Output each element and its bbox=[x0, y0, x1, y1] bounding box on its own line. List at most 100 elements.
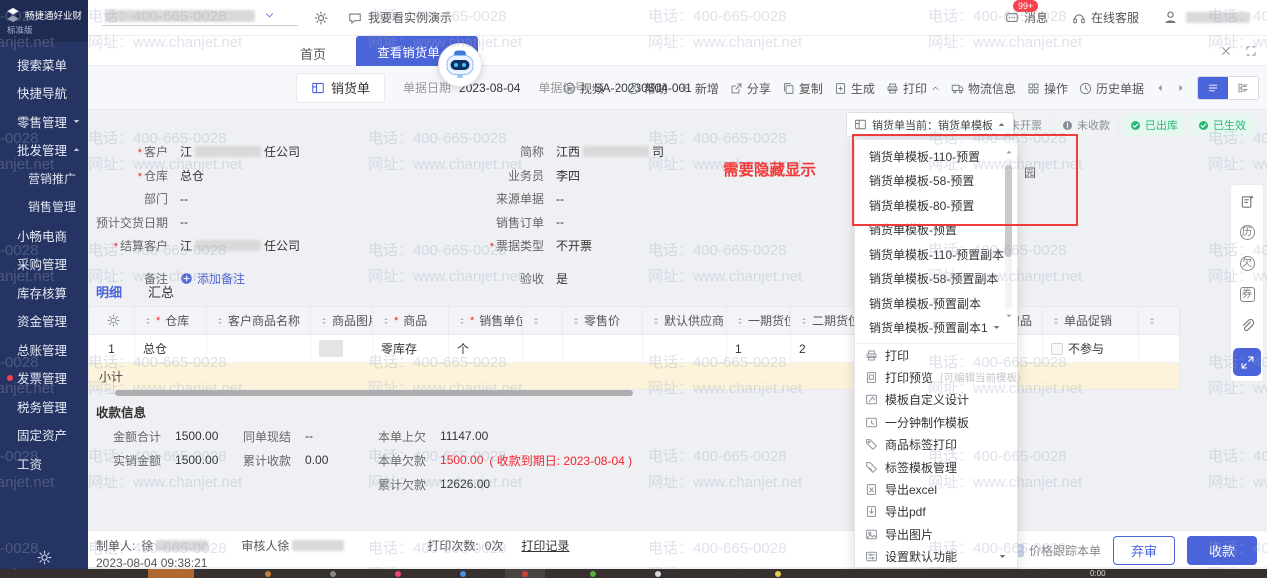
column-header[interactable]: * 仓库 bbox=[135, 307, 207, 334]
taskbar-app[interactable] bbox=[395, 570, 401, 577]
card-view-button[interactable] bbox=[1228, 77, 1258, 99]
tab-detail[interactable]: 明细 bbox=[96, 282, 123, 308]
doc-type-tab[interactable]: 销货单 bbox=[296, 72, 386, 103]
add-button[interactable]: 新增 bbox=[679, 80, 719, 97]
sidebar-item[interactable]: 搜索菜单 bbox=[0, 50, 88, 79]
sidebar-item[interactable]: 快捷导航 bbox=[0, 79, 88, 108]
sidebar-item[interactable]: 总账管理 bbox=[0, 335, 88, 364]
taskbar-app[interactable] bbox=[330, 570, 336, 577]
column-header[interactable]: * bbox=[1139, 307, 1181, 334]
expand-window-icon[interactable] bbox=[1245, 45, 1257, 57]
taskbar-app[interactable] bbox=[460, 570, 466, 577]
column-header[interactable]: * 一期货位 bbox=[727, 307, 791, 334]
os-taskbar[interactable]: 0:00 bbox=[0, 569, 1267, 578]
close-all-tabs-icon[interactable] bbox=[1220, 45, 1232, 57]
sort-icon[interactable] bbox=[651, 316, 661, 326]
video-button[interactable]: 视频 bbox=[563, 80, 604, 97]
column-settings-icon[interactable] bbox=[106, 314, 120, 327]
tab-summary[interactable]: 汇总 bbox=[148, 282, 174, 308]
sort-icon[interactable] bbox=[799, 316, 809, 326]
column-header[interactable]: * bbox=[89, 307, 135, 334]
copy-button[interactable]: 复制 bbox=[782, 80, 823, 97]
sort-icon[interactable] bbox=[215, 316, 225, 326]
column-header[interactable]: * 默认供应商 bbox=[643, 307, 727, 334]
column-header[interactable]: * 客户商品名称 bbox=[207, 307, 311, 334]
help-button[interactable]: 帮助 bbox=[627, 80, 668, 97]
column-header[interactable]: * bbox=[523, 307, 563, 334]
sort-icon[interactable] bbox=[457, 316, 467, 326]
sort-icon[interactable] bbox=[1051, 316, 1061, 326]
share-button[interactable]: 分享 bbox=[730, 80, 771, 97]
sidebar-item[interactable]: 销售管理 bbox=[0, 193, 88, 222]
abandon-audit-button[interactable]: 弃审 bbox=[1113, 536, 1175, 565]
print-template-select[interactable]: 销货单当前：销货单模板... bbox=[846, 112, 1014, 137]
sort-icon[interactable] bbox=[531, 316, 541, 326]
tab-home[interactable]: 首页 bbox=[300, 44, 326, 63]
print-log-link[interactable]: 打印记录 bbox=[521, 537, 569, 554]
sidebar-item[interactable]: 资金管理 bbox=[0, 307, 88, 336]
generate-button[interactable]: 生成 bbox=[834, 80, 875, 97]
taskbar-app[interactable] bbox=[775, 570, 781, 577]
template-option[interactable]: 销货单模板-80-预置 bbox=[855, 193, 1017, 218]
sidebar-item[interactable]: 税务管理 bbox=[0, 392, 88, 421]
column-header[interactable]: * 二期货位 bbox=[791, 307, 857, 334]
sidebar-item[interactable]: 小畅电商 bbox=[0, 221, 88, 250]
sidebar-item[interactable]: 零售管理 bbox=[0, 107, 88, 136]
list-view-button[interactable] bbox=[1198, 77, 1228, 99]
receive-payment-button[interactable]: 收款 bbox=[1187, 536, 1257, 565]
prev-doc-button[interactable] bbox=[1155, 83, 1165, 93]
user-menu[interactable] bbox=[1163, 10, 1253, 25]
sort-icon[interactable] bbox=[319, 316, 329, 326]
dropdown-scrollbar[interactable] bbox=[1004, 148, 1013, 320]
sidebar-item[interactable]: 固定资产 bbox=[0, 421, 88, 450]
horizontal-scrollbar[interactable] bbox=[115, 390, 633, 396]
taskbar-app[interactable] bbox=[655, 570, 661, 577]
next-doc-button[interactable] bbox=[1176, 83, 1186, 93]
taskbar-app[interactable] bbox=[148, 569, 194, 578]
template-option[interactable]: 销货单模板-110-预置 bbox=[855, 144, 1017, 169]
sort-icon[interactable] bbox=[735, 316, 745, 326]
sort-icon[interactable] bbox=[381, 316, 391, 326]
column-header[interactable]: * 销售单位 bbox=[449, 307, 523, 334]
template-option[interactable]: 销货单模板-58-预置 bbox=[855, 169, 1017, 194]
org-selector[interactable] bbox=[102, 9, 298, 26]
taskbar-app[interactable] bbox=[522, 570, 528, 577]
template-option[interactable]: 销货单模板-预置 bbox=[855, 218, 1017, 243]
column-header[interactable]: * 商品图片 bbox=[311, 307, 373, 334]
scrollbar-track[interactable] bbox=[1005, 159, 1012, 309]
online-service-button[interactable]: 在线客服 bbox=[1072, 9, 1139, 26]
sidebar-item[interactable]: 采购管理 bbox=[0, 250, 88, 279]
add-note-link[interactable]: 添加备注 bbox=[180, 270, 245, 287]
checkbox[interactable] bbox=[1051, 342, 1063, 355]
sidebar-settings-button[interactable] bbox=[0, 550, 88, 565]
history-button[interactable]: 历史单据 bbox=[1079, 80, 1144, 97]
product-image-placeholder[interactable] bbox=[319, 340, 343, 357]
template-option[interactable]: 销货单模板-58-预置副本 bbox=[855, 267, 1017, 292]
print-button[interactable]: 打印 bbox=[886, 80, 940, 97]
template-option[interactable]: 销货单模板-预置副本 bbox=[855, 291, 1017, 316]
column-header[interactable]: * 单品促销 bbox=[1043, 307, 1139, 334]
template-option[interactable]: 销货单模板-预置副本1 bbox=[855, 316, 1017, 341]
template-option[interactable]: 销货单模板-110-预置副本 bbox=[855, 242, 1017, 267]
sidebar-item[interactable]: 营销推广 bbox=[0, 164, 88, 193]
logistics-button[interactable]: 物流信息 bbox=[951, 80, 1016, 97]
messages-button[interactable]: 消息 99+ bbox=[1005, 0, 1048, 26]
taskbar-app[interactable] bbox=[590, 570, 596, 577]
sort-icon[interactable] bbox=[571, 316, 581, 326]
sidebar-item[interactable]: 发票管理 bbox=[0, 364, 88, 393]
column-header[interactable]: * 商品 bbox=[373, 307, 449, 334]
taskbar-app[interactable] bbox=[265, 570, 271, 577]
sidebar-item[interactable]: 库存核算 bbox=[0, 278, 88, 307]
robot-assistant-icon[interactable] bbox=[437, 42, 483, 88]
actions-button[interactable]: 操作 bbox=[1027, 80, 1068, 97]
scrollbar-thumb[interactable] bbox=[1005, 165, 1012, 257]
scroll-up-icon[interactable] bbox=[1005, 148, 1013, 156]
sort-icon[interactable] bbox=[1147, 316, 1157, 326]
settings-gear-icon[interactable] bbox=[314, 11, 328, 25]
column-header[interactable]: * 零售价 bbox=[563, 307, 643, 334]
price-track-checkbox[interactable]: 价格跟踪本单 bbox=[1010, 542, 1101, 559]
sidebar-item[interactable]: 工资 bbox=[0, 449, 88, 478]
sort-icon[interactable] bbox=[143, 316, 153, 326]
demo-link[interactable]: 我要看实例演示 bbox=[348, 9, 452, 26]
scroll-down-icon[interactable] bbox=[1005, 312, 1013, 320]
